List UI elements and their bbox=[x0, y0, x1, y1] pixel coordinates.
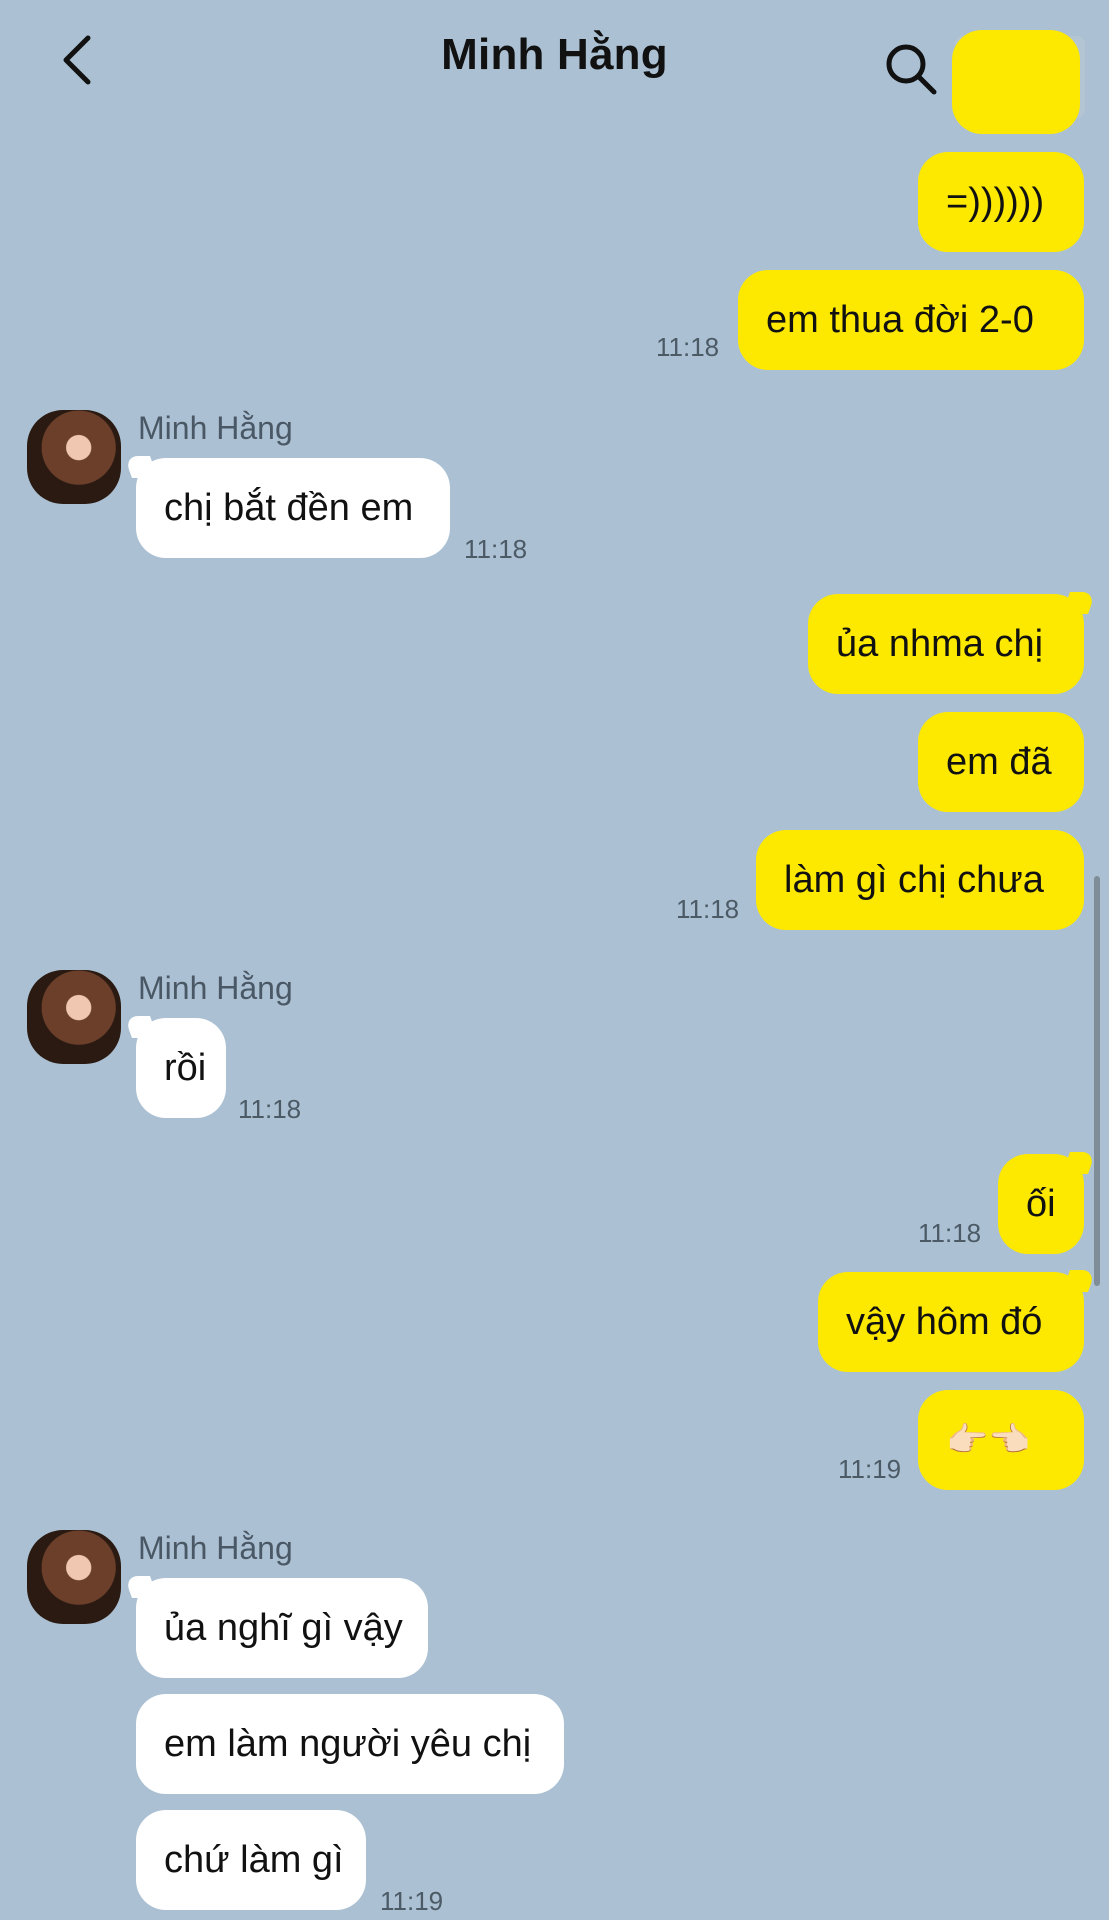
message-time: 11:18 bbox=[676, 894, 740, 924]
sender-name: Minh Hằng bbox=[138, 970, 293, 1006]
avatar[interactable] bbox=[27, 970, 121, 1064]
message-time: 11:18 bbox=[656, 332, 720, 362]
chat-title: Minh Hằng bbox=[441, 30, 668, 79]
search-button[interactable] bbox=[882, 40, 940, 98]
avatar[interactable] bbox=[27, 410, 121, 504]
sender-name: Minh Hằng bbox=[138, 1530, 293, 1566]
message-time: 11:19 bbox=[838, 1454, 902, 1484]
search-icon bbox=[886, 44, 937, 95]
message-bubble[interactable]: em làm người yêu chị bbox=[136, 1694, 564, 1794]
message-bubble[interactable]: chị bắt đền em bbox=[136, 458, 450, 558]
message-bubble[interactable]: làm gì chị chưa bbox=[756, 830, 1084, 930]
message-time: 11:18 bbox=[464, 534, 528, 564]
message-time: 11:19 bbox=[380, 1886, 444, 1916]
avatar[interactable] bbox=[27, 1530, 121, 1624]
message-bubble[interactable]: vậy hôm đó bbox=[818, 1272, 1084, 1372]
message-bubble[interactable]: rồi bbox=[136, 1018, 226, 1118]
message-bubble-partial[interactable] bbox=[952, 30, 1080, 134]
message-time: 11:18 bbox=[918, 1218, 982, 1248]
message-bubble[interactable]: ối bbox=[998, 1154, 1084, 1254]
message-bubble[interactable]: em thua đời 2-0 bbox=[738, 270, 1084, 370]
message-bubble[interactable]: ủa nghĩ gì vậy bbox=[136, 1578, 428, 1678]
message-bubble[interactable]: =)))))) bbox=[918, 152, 1084, 252]
scrollbar[interactable] bbox=[1094, 876, 1100, 1286]
message-time: 11:18 bbox=[238, 1094, 302, 1124]
chat-header: Minh Hằng bbox=[0, 0, 1109, 120]
message-bubble[interactable]: ủa nhma chị bbox=[808, 594, 1084, 694]
message-bubble[interactable]: 👉🏻👈🏻 bbox=[918, 1390, 1084, 1490]
sender-name: Minh Hằng bbox=[138, 410, 293, 446]
message-bubble[interactable]: chứ làm gì bbox=[136, 1810, 366, 1910]
message-bubble[interactable]: em đã bbox=[918, 712, 1084, 812]
